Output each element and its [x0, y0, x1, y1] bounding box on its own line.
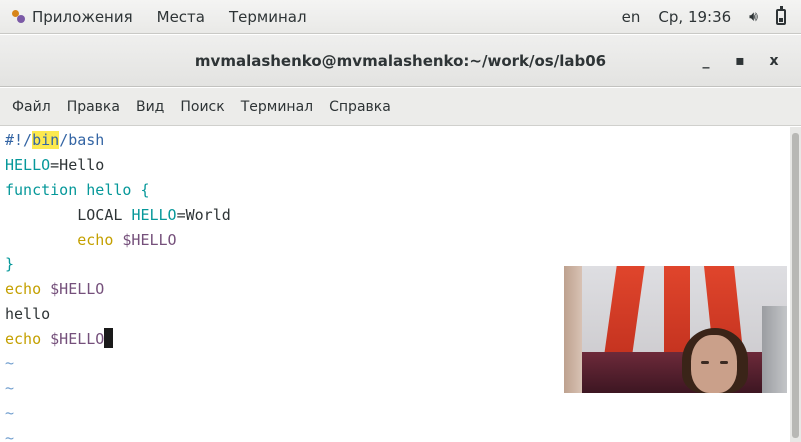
editor-line-9: echo $HELLO [5, 328, 114, 350]
scrollbar-thumb[interactable] [792, 133, 799, 438]
webcam-overlay [564, 266, 787, 393]
menu-search[interactable]: Поиск [172, 99, 232, 115]
battery-indicator[interactable] [767, 0, 801, 34]
volume-icon: 🔊︎ [749, 8, 758, 25]
menu-terminal[interactable]: Терминал [233, 99, 321, 115]
maximize-button[interactable]: ▪ [723, 53, 757, 69]
applications-icon [10, 9, 26, 25]
menu-edit[interactable]: Правка [59, 99, 128, 115]
places-menu[interactable]: Места [145, 0, 217, 34]
menu-view[interactable]: Вид [128, 99, 172, 115]
window-titlebar[interactable]: mvmalashenko@mvmalashenko:~/work/os/lab0… [0, 35, 801, 87]
webcam-eye [701, 361, 709, 364]
system-tray: en Ср, 19:36 🔊︎ [613, 0, 801, 34]
editor-line-7: echo $HELLO [5, 280, 105, 298]
volume-indicator[interactable]: 🔊︎ [740, 0, 767, 34]
webcam-person-left [564, 266, 582, 393]
battery-icon [776, 5, 786, 25]
text-cursor [104, 328, 114, 348]
empty-line-marker: ~ [5, 354, 15, 372]
webcam-person-right [762, 306, 787, 393]
minimize-button[interactable]: _ [689, 53, 723, 69]
window-title: mvmalashenko@mvmalashenko:~/work/os/lab0… [194, 51, 607, 70]
empty-line-marker: ~ [5, 404, 15, 422]
webcam-couch [564, 352, 787, 393]
keyboard-layout-indicator[interactable]: en [613, 0, 650, 34]
search-highlight: bin [32, 131, 60, 149]
editor-line-6: } [5, 255, 15, 273]
keyboard-layout-label: en [621, 7, 641, 26]
top-panel: Приложения Места Терминал en Ср, 19:36 🔊… [0, 0, 801, 34]
editor-line-4: LOCAL HELLO=World [5, 206, 231, 224]
places-label: Места [156, 7, 205, 26]
empty-line-marker: ~ [5, 379, 15, 397]
editor-line-8: hello [5, 305, 51, 323]
editor-line-5: echo $HELLO [77, 231, 177, 249]
menubar: Файл Правка Вид Поиск Терминал Справка [0, 88, 801, 126]
clock[interactable]: Ср, 19:36 [649, 0, 740, 34]
menu-file[interactable]: Файл [4, 99, 59, 115]
applications-menu[interactable]: Приложения [0, 0, 145, 34]
terminal-scrollbar[interactable] [790, 127, 801, 442]
terminal-app-label: Терминал [229, 7, 307, 26]
webcam-face [691, 335, 737, 393]
clock-label: Ср, 19:36 [658, 7, 732, 26]
editor-line-1: #!/bin/bash [5, 131, 105, 149]
menu-help[interactable]: Справка [321, 99, 399, 115]
window-controls: _ ▪ x [689, 35, 791, 87]
applications-label: Приложения [32, 7, 133, 26]
editor-line-3: function hello { [5, 181, 150, 199]
editor-line-2: HELLO=Hello [5, 156, 105, 174]
webcam-eye [720, 361, 728, 364]
close-button[interactable]: x [757, 53, 791, 69]
empty-line-marker: ~ [5, 429, 15, 442]
terminal-app-menu[interactable]: Терминал [217, 0, 319, 34]
